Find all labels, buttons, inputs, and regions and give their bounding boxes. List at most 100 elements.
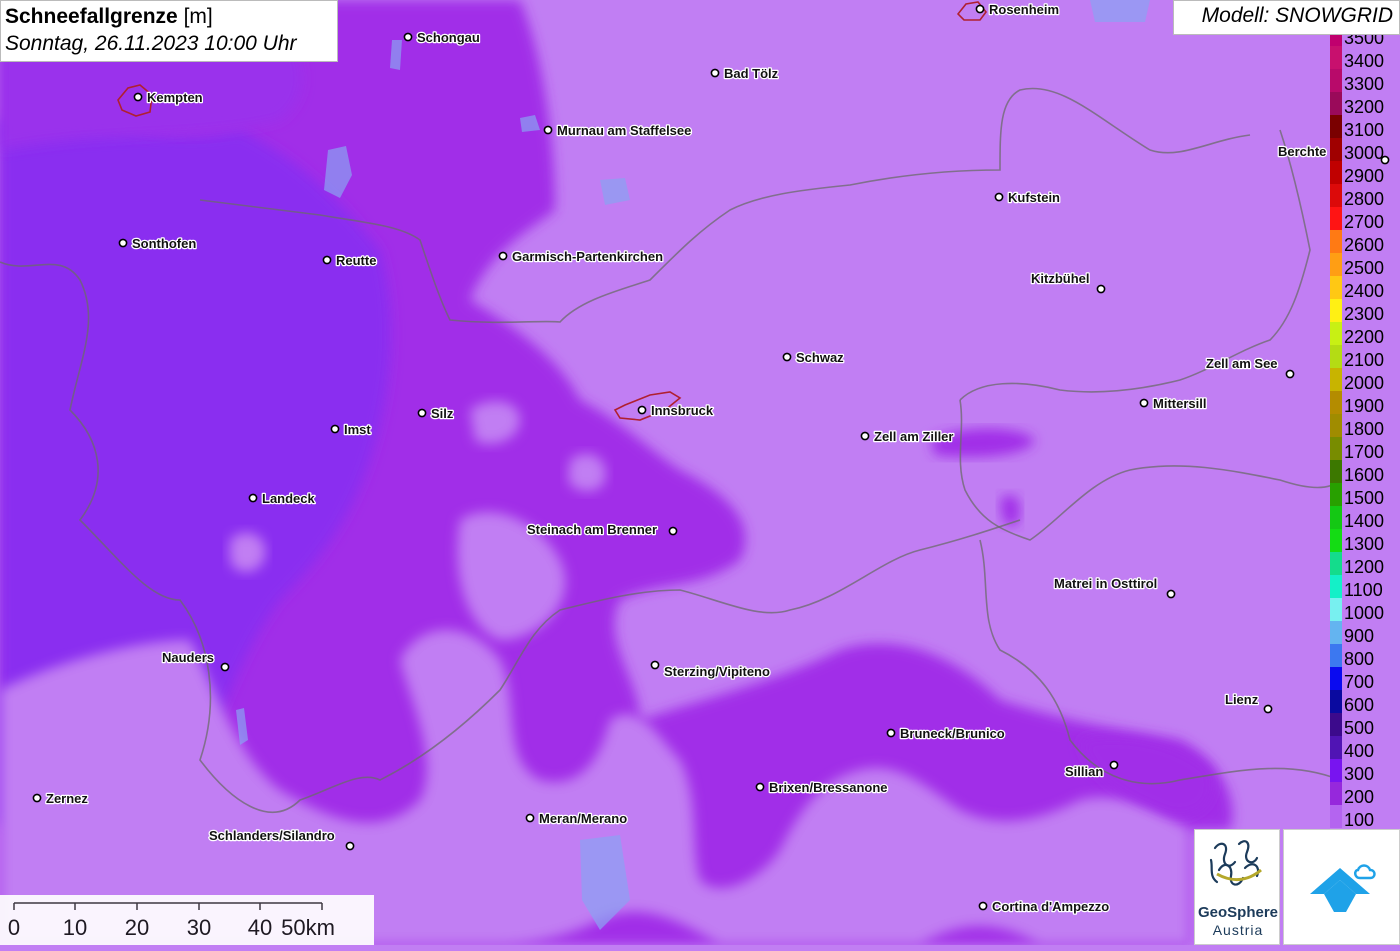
- city-dot-icon: [417, 408, 427, 418]
- legend-label: 800: [1344, 649, 1375, 669]
- legend-label: 1400: [1344, 511, 1385, 531]
- city-label: Silz: [431, 406, 454, 421]
- city-dot-icon: [248, 493, 258, 503]
- city-dot-icon: [543, 125, 553, 135]
- city-label: Schwaz: [796, 350, 844, 365]
- scale-label: 0: [8, 915, 20, 940]
- city-label: Meran/Merano: [539, 811, 627, 826]
- legend-swatch: [1330, 506, 1342, 529]
- legend-row: 3200: [1328, 92, 1400, 117]
- legend-swatch: [1330, 575, 1342, 598]
- legend-row: 1000: [1328, 598, 1400, 623]
- city-dot-icon: [1285, 369, 1295, 379]
- city-label: Nauders: [162, 650, 214, 665]
- city-marker: Sonthofen: [118, 235, 198, 252]
- city-marker: Mittersill: [1139, 395, 1208, 412]
- city-label: Zernez: [46, 791, 88, 806]
- legend-swatch: [1330, 368, 1342, 391]
- legend-row: 3400: [1328, 46, 1400, 71]
- city-dot-icon: [1109, 760, 1119, 770]
- legend-swatch: [1330, 644, 1342, 667]
- city-dot-icon: [330, 424, 340, 434]
- legend-label: 1800: [1344, 419, 1385, 439]
- scale-label: 50km: [281, 915, 335, 940]
- legend-label: 1000: [1344, 603, 1385, 623]
- city-label: Sonthofen: [132, 236, 196, 251]
- legend-swatch: [1330, 115, 1342, 138]
- legend-label: 2500: [1344, 258, 1385, 278]
- city-dot-icon: [650, 660, 660, 670]
- legend-row: 1700: [1328, 437, 1400, 462]
- legend-row: 1100: [1328, 575, 1400, 600]
- legend-label: 2200: [1344, 327, 1385, 347]
- legend-row: 2100: [1328, 345, 1400, 370]
- city-marker: Lienz: [1224, 691, 1273, 714]
- legend-row: 300: [1328, 759, 1400, 783]
- legend-row: 2700: [1328, 207, 1400, 231]
- legend-label: 900: [1344, 626, 1375, 646]
- city-label: Reutte: [336, 253, 376, 268]
- legend-label: 100: [1344, 810, 1375, 830]
- scale-label: 30: [187, 915, 211, 940]
- city-marker: Silz: [417, 405, 455, 422]
- legend-swatch: [1330, 529, 1342, 552]
- legend-label: 400: [1344, 741, 1375, 761]
- city-label: Berchte: [1278, 144, 1326, 159]
- city-dot-icon: [668, 526, 678, 536]
- city-dot-icon: [1166, 589, 1176, 599]
- legend-label: 3000: [1344, 143, 1385, 163]
- legend-label: 1100: [1344, 580, 1383, 600]
- title-unit: [m]: [183, 5, 213, 28]
- legend-swatch: [1330, 598, 1342, 621]
- city-label: Landeck: [262, 491, 316, 506]
- city-marker: Reutte: [322, 252, 378, 269]
- legend-swatch: [1330, 713, 1342, 736]
- scale-bar: 0 10 20 30 40 50km: [0, 895, 374, 945]
- city-label: Murnau am Staffelsee: [557, 123, 691, 138]
- legend-label: 2300: [1344, 304, 1385, 324]
- legend-label: 3400: [1344, 51, 1385, 71]
- city-marker: Brixen/Bressanone: [755, 779, 889, 796]
- city-marker: Imst: [330, 421, 373, 438]
- city-dot-icon: [1139, 398, 1149, 408]
- scale-label: 40: [248, 915, 272, 940]
- city-dot-icon: [525, 813, 535, 823]
- city-dot-icon: [1263, 704, 1273, 714]
- legend-row: 2900: [1328, 161, 1400, 185]
- legend-label: 1600: [1344, 465, 1385, 485]
- legend-row: 3300: [1328, 69, 1400, 93]
- city-dot-icon: [1096, 284, 1106, 294]
- legend-swatch: [1330, 345, 1342, 368]
- city-dot-icon: [710, 68, 720, 78]
- city-label: Imst: [344, 422, 371, 437]
- legend-label: 2000: [1344, 373, 1385, 393]
- legend-label: 3200: [1344, 97, 1385, 117]
- legend-label: 1200: [1344, 557, 1385, 577]
- city-dot-icon: [345, 841, 355, 851]
- city-dot-icon: [322, 255, 332, 265]
- legend-swatch: [1330, 414, 1342, 437]
- legend-row: 500: [1328, 713, 1400, 737]
- legend-row: 200: [1328, 782, 1400, 806]
- legend-row: 1400: [1328, 506, 1400, 531]
- city-marker: Sterzing/Vipiteno: [650, 660, 771, 680]
- legend-swatch: [1330, 322, 1342, 345]
- legend-label: 1300: [1344, 534, 1385, 554]
- city-label: Garmisch-Partenkirchen: [512, 249, 663, 264]
- legend-row: 900: [1328, 621, 1400, 646]
- legend-label: 1700: [1344, 442, 1385, 462]
- title-box: Schneefallgrenze [m] Sonntag, 26.11.2023…: [0, 0, 338, 62]
- city-marker: Bruneck/Brunico: [886, 725, 1006, 742]
- legend-label: 2600: [1344, 235, 1385, 255]
- legend-row: 1300: [1328, 529, 1400, 554]
- legend-row: 100: [1328, 805, 1400, 830]
- legend-label: 2100: [1344, 350, 1385, 370]
- city-marker: Murnau am Staffelsee: [543, 122, 693, 139]
- legend-row: 800: [1328, 644, 1400, 669]
- city-label: Cortina d'Ampezzo: [992, 899, 1109, 914]
- city-marker: Schlanders/Silandro: [208, 827, 355, 851]
- city-label: Matrei in Osttirol: [1054, 576, 1157, 591]
- city-marker: Kempten: [133, 89, 204, 106]
- city-marker: Schwaz: [782, 349, 845, 366]
- city-dot-icon: [403, 32, 413, 42]
